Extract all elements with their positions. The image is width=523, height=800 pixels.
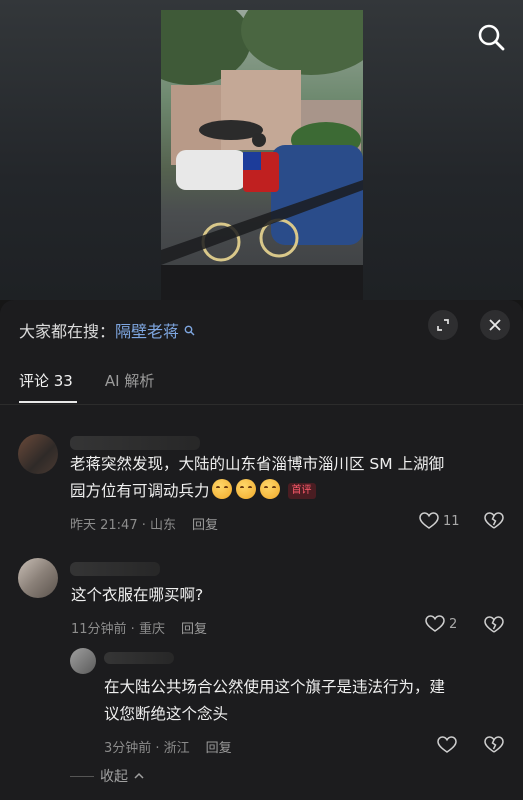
search-icon xyxy=(478,24,505,51)
avatar[interactable] xyxy=(18,434,58,474)
heart-icon xyxy=(419,512,439,529)
like-button[interactable]: 11 xyxy=(419,512,460,530)
comment-text: 这个衣服在哪买啊? xyxy=(71,586,204,604)
comment-time-location: 昨天 21:47 · 山东 xyxy=(70,518,176,533)
reply-button[interactable]: 回复 xyxy=(206,737,232,756)
like-button[interactable] xyxy=(437,736,457,754)
like-count: 2 xyxy=(449,616,458,632)
comment-text: 老蒋突然发现，大陆的山东省淄博市淄川区 SM 上湖御 园方位有可调动兵力 首评 xyxy=(70,455,445,500)
tab-bar: 评论 33 AI 解析 xyxy=(19,370,154,391)
reply-button[interactable]: 回复 xyxy=(192,514,218,533)
avatar[interactable] xyxy=(70,648,96,674)
chevron-up-icon xyxy=(134,772,144,779)
dislike-button[interactable] xyxy=(484,616,504,638)
username-blurred xyxy=(70,562,160,576)
tab-divider xyxy=(0,404,523,405)
broken-heart-icon xyxy=(484,736,504,753)
comment-sheet: 大家都在搜：隔壁老蒋 评论 33 AI 解析 老蒋突然发现，大陆的山东省淄博市淄… xyxy=(0,300,523,800)
username-blurred xyxy=(70,436,200,450)
video-scene xyxy=(161,10,363,300)
trending-search-prefix: 大家都在搜： xyxy=(19,322,116,341)
broken-heart-icon xyxy=(484,616,504,633)
username-blurred xyxy=(104,652,174,664)
comment-meta: 昨天 21:47 · 山东 回复 xyxy=(70,514,218,533)
dislike-button[interactable] xyxy=(484,736,504,758)
video-frame[interactable] xyxy=(161,10,363,300)
active-tab-indicator xyxy=(19,401,77,403)
grin-emoji-icon xyxy=(235,479,256,499)
reply-meta: 3分钟前 · 浙江 回复 xyxy=(104,737,232,756)
grin-emoji-icon xyxy=(259,479,280,499)
expand-button[interactable] xyxy=(428,310,458,340)
video-area[interactable] xyxy=(0,0,523,300)
search-small-icon xyxy=(184,325,195,336)
trending-search[interactable]: 大家都在搜：隔壁老蒋 xyxy=(19,318,195,342)
broken-heart-icon xyxy=(484,512,504,529)
close-icon xyxy=(489,319,501,331)
close-button[interactable] xyxy=(480,310,510,340)
tab-ai-analysis[interactable]: AI 解析 xyxy=(105,370,154,391)
trending-search-term[interactable]: 隔壁老蒋 xyxy=(115,322,179,341)
heart-icon xyxy=(437,736,457,753)
collapse-line xyxy=(70,775,94,777)
comment-meta: 11分钟前 · 重庆 回复 xyxy=(71,618,207,637)
comment-time-location: 11分钟前 · 重庆 xyxy=(71,622,165,637)
dislike-button[interactable] xyxy=(484,512,504,534)
reply-time-location: 3分钟前 · 浙江 xyxy=(104,741,190,756)
collapse-replies-button[interactable]: 收起 xyxy=(70,766,144,786)
grin-emoji-icon xyxy=(211,479,232,499)
avatar[interactable] xyxy=(18,558,58,598)
heart-icon xyxy=(425,615,445,632)
first-comment-badge: 首评 xyxy=(287,483,316,499)
collapse-label: 收起 xyxy=(100,769,128,785)
reply-text: 在大陆公共场合公然使用这个旗子是违法行为，建 议您断绝这个念头 xyxy=(104,678,446,723)
like-count: 11 xyxy=(443,513,460,529)
reply-button[interactable]: 回复 xyxy=(181,618,207,637)
like-button[interactable]: 2 xyxy=(425,615,457,633)
tab-comments[interactable]: 评论 33 xyxy=(19,370,73,391)
expand-icon xyxy=(437,319,449,331)
search-button[interactable] xyxy=(474,20,508,54)
